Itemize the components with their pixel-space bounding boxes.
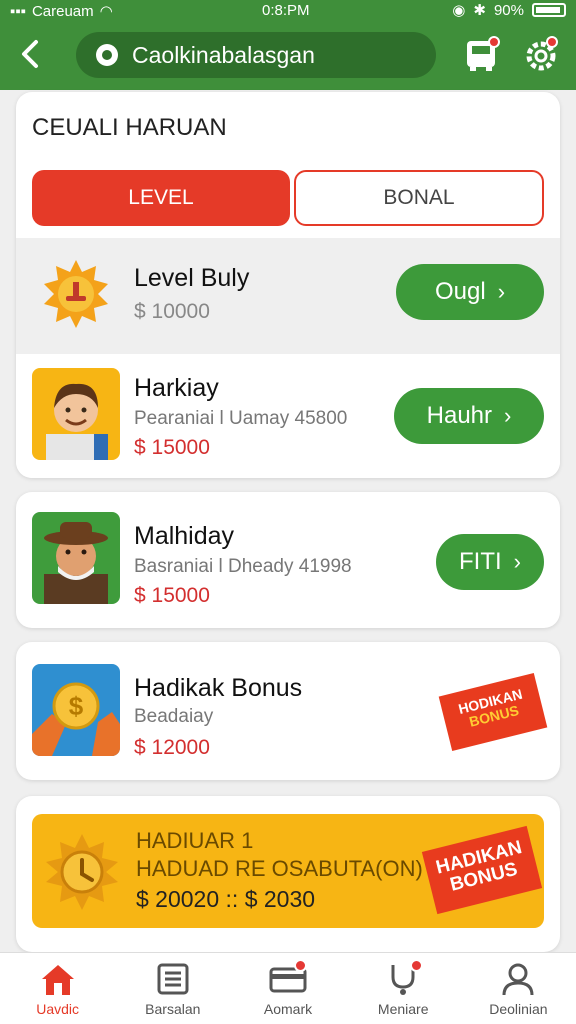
claim-button[interactable]: FITI › (436, 534, 544, 590)
item-subtitle: Basraniai l Dheady 41998 (134, 556, 352, 577)
sun-clock-icon (46, 834, 118, 910)
notification-dot (409, 959, 423, 972)
item-subtitle: Beadaiay (134, 706, 214, 727)
nav-label: Barsalan (145, 1001, 201, 1017)
nav-item-health[interactable]: Meniare (346, 953, 461, 1024)
item-name: Hadikak Bonus (134, 674, 303, 702)
chevron-right-icon: › (497, 279, 506, 304)
nav-item-home[interactable]: Uavdic (0, 953, 115, 1024)
signal-icon: ▪▪▪ (10, 2, 26, 20)
promo-card[interactable]: HADIUAR 1 HADUAD RE OSABUTA(ON) $ 20020 … (16, 796, 560, 952)
tab-level[interactable]: LEVEL (32, 170, 290, 226)
search-bar[interactable]: Caolkinabalasgan (76, 32, 436, 78)
nav-item-profile[interactable]: Deolinian (461, 953, 576, 1024)
bottom-nav: Uavdic Barsalan Aomark Meniare Deolinian (0, 952, 576, 1024)
item-price-text: $ 12000 (134, 736, 210, 759)
promo-subtitle: HADUAD RE OSABUTA(ON) (136, 856, 423, 881)
man-avatar-icon (46, 383, 108, 460)
sun-badge-icon (44, 260, 108, 328)
panel-title: CEUALI HARUAN (32, 114, 227, 141)
list-item[interactable]: $ Hadikak Bonus Beadaiay $ 12000 HODIKAN… (16, 642, 560, 780)
bluetooth-icon: ✱ (473, 2, 486, 19)
claim-button[interactable]: Hauhr › (394, 388, 544, 444)
settings-button[interactable] (522, 36, 560, 74)
promo-price: $ 20020 :: $ 2030 (136, 886, 316, 912)
list-item[interactable]: Level Buly $ 10000 Ougl › (16, 238, 560, 354)
nav-label: Uavdic (36, 1001, 79, 1017)
chevron-right-icon: › (513, 549, 521, 574)
notification-dot (546, 36, 558, 48)
avatar-thumbnail (32, 512, 120, 604)
promo-banner[interactable]: HADIUAR 1 HADUAD RE OSABUTA(ON) $ 20020 … (32, 814, 544, 928)
wifi-icon: ◠ (99, 3, 113, 20)
claim-button-label: Hauhr (426, 402, 493, 429)
svg-text:$: $ (69, 691, 84, 721)
claim-button-label: Ougl (434, 278, 486, 305)
status-right: ◉ ✱ 90% (452, 1, 566, 19)
bonus-thumbnail: $ (32, 664, 120, 756)
status-bar: ▪▪▪ Careuam ◠ 0:8:PM ◉ ✱ 90% (0, 0, 576, 22)
claim-button-label: FITI (459, 548, 502, 575)
nav-label: Deolinian (489, 1001, 548, 1017)
item-name: Level Buly (134, 264, 250, 292)
inbox-button[interactable] (462, 36, 500, 74)
location-icon: ◉ (452, 2, 466, 19)
home-icon (41, 965, 74, 995)
nav-item-list[interactable]: Barsalan (115, 953, 230, 1024)
list-item[interactable]: Malhiday Basraniai l Dheady 41998 $ 1500… (16, 492, 560, 628)
item-price: $ 15000 (134, 436, 210, 459)
battery-percent: 90% (493, 1, 524, 19)
item-subtitle: Pearaniai l Uamay 45800 (134, 408, 348, 429)
bonus-badge: HADIKAN BONUS (421, 825, 543, 915)
nav-item-card[interactable]: Aomark (230, 953, 345, 1024)
search-icon (96, 44, 118, 66)
app-bar: Caolkinabalasgan (0, 22, 576, 90)
item-price: $ 12000 (134, 736, 210, 760)
rewards-panel: CEUALI HARUAN LEVEL BONAL Level Buly $ 1… (16, 92, 560, 478)
cowboy-avatar-icon (44, 522, 108, 604)
status-time: 0:8:PM (262, 2, 310, 19)
item-name: Harkiay (134, 374, 219, 402)
promo-title: HADIUAR 1 (136, 828, 254, 853)
avatar-thumbnail (32, 368, 120, 460)
status-left: ▪▪▪ Careuam ◠ (10, 2, 113, 21)
item-name: Malhiday (134, 522, 235, 550)
carrier-name: Careuam (31, 2, 94, 20)
chevron-left-icon (22, 40, 38, 68)
item-price: $ 15000 (134, 584, 210, 607)
nav-label: Meniare (377, 1001, 429, 1017)
profile-icon (502, 963, 534, 996)
item-price: $ 10000 (134, 300, 210, 323)
battery-icon (532, 3, 566, 17)
search-input[interactable]: Caolkinabalasgan (132, 42, 315, 69)
tab-bonus[interactable]: BONAL (294, 170, 544, 226)
notification-dot (488, 36, 500, 48)
claim-button[interactable]: Ougl › (396, 264, 544, 320)
coin-hand-icon: $ (32, 682, 120, 756)
back-button[interactable] (14, 36, 50, 72)
bonus-badge: HODIKAN BONUS (438, 672, 548, 752)
list-item[interactable]: Harkiay Pearaniai l Uamay 45800 $ 15000 … (16, 354, 560, 478)
list-icon (157, 963, 189, 995)
nav-label: Aomark (263, 1001, 313, 1017)
chevron-right-icon: › (504, 403, 512, 428)
